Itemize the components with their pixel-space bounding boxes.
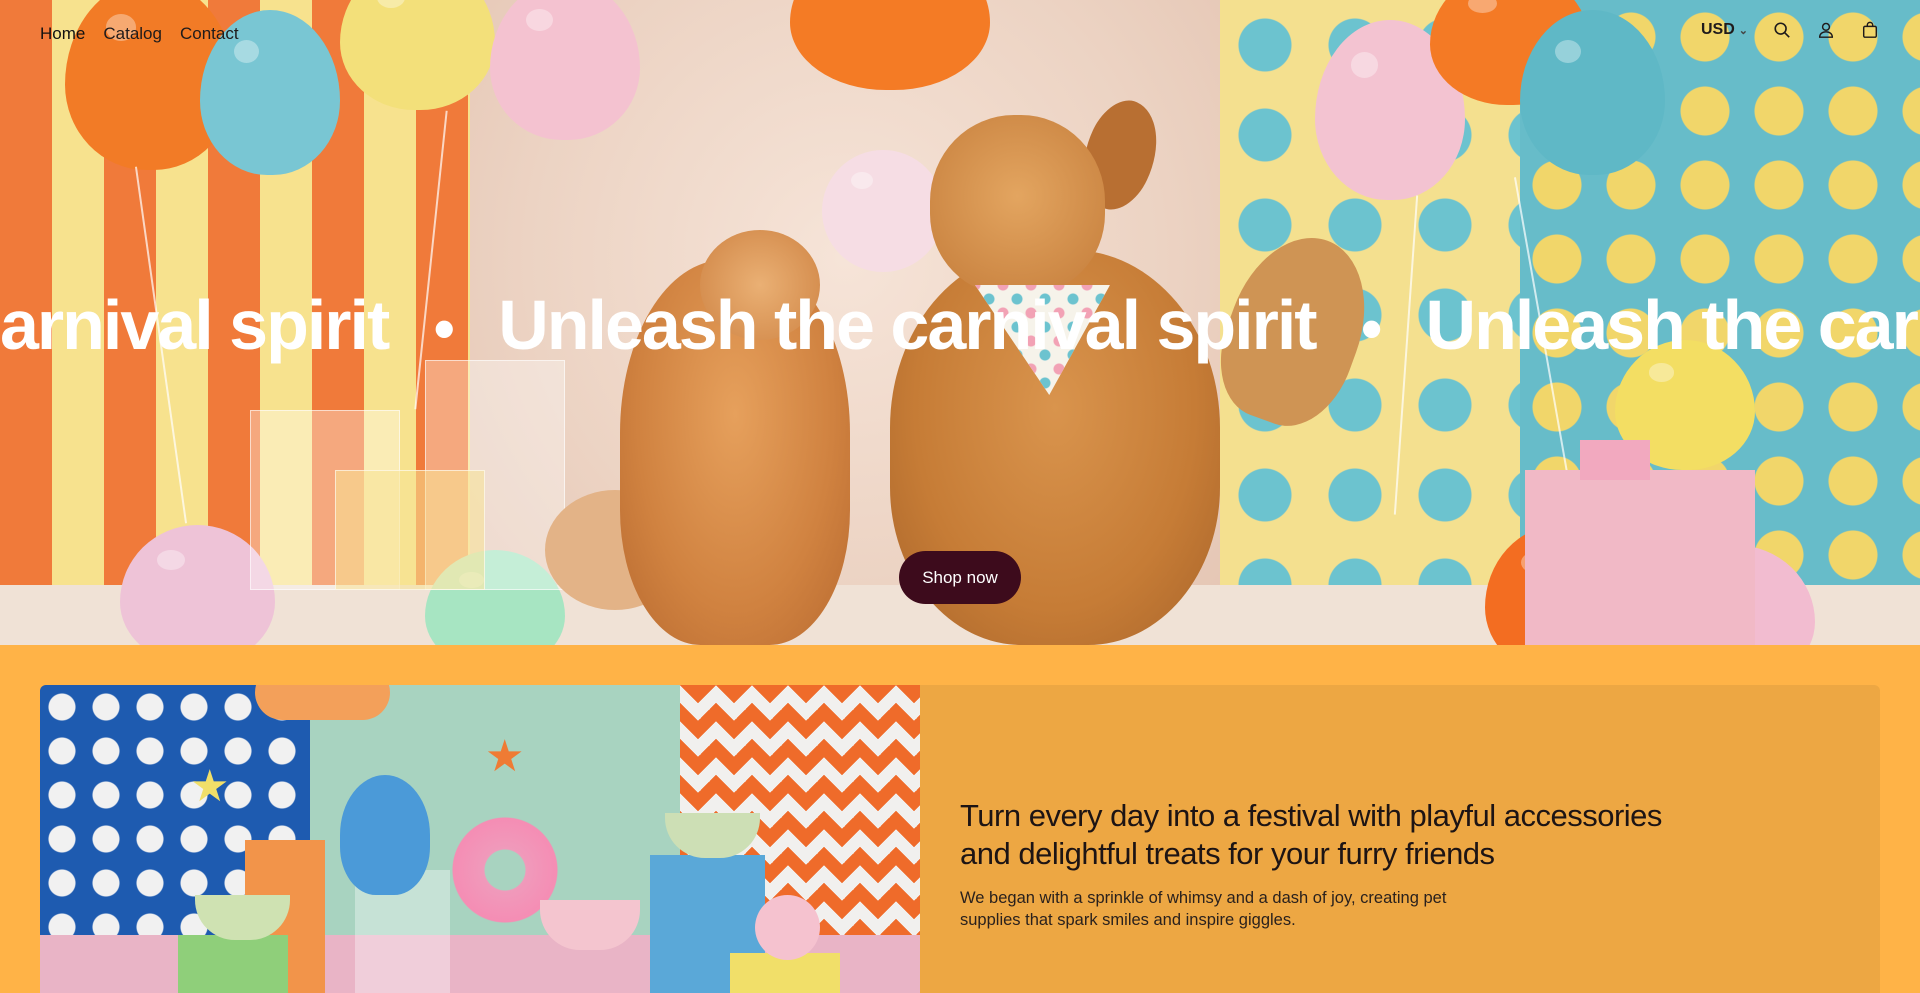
- nav-contact[interactable]: Contact: [180, 24, 239, 44]
- site-header: Home Catalog Contact USD ⌄: [0, 0, 1920, 70]
- header-actions: USD ⌄: [1701, 20, 1880, 40]
- feature-title: Turn every day into a festival with play…: [960, 798, 1662, 871]
- gift-box: [1525, 470, 1755, 645]
- star-decoration: ★: [190, 762, 230, 811]
- chevron-down-icon: ⌄: [1738, 24, 1748, 37]
- balloon: [822, 150, 944, 272]
- star-decoration: ★: [485, 732, 525, 781]
- cart-icon[interactable]: [1860, 20, 1880, 40]
- feature-section: ★ ★ Turn every day into a festival with …: [40, 685, 1880, 993]
- marquee-text: Unleash the carnival spirit: [498, 286, 1317, 364]
- account-icon[interactable]: [1816, 20, 1836, 40]
- squirrel-plush-toy: [340, 775, 430, 895]
- display-block: [178, 935, 288, 993]
- nav-home[interactable]: Home: [40, 24, 85, 44]
- shop-now-button[interactable]: Shop now: [899, 551, 1021, 604]
- search-icon[interactable]: [1772, 20, 1792, 40]
- acrylic-pedestal: [335, 470, 485, 590]
- bone-balloon: [255, 685, 390, 720]
- nav-catalog[interactable]: Catalog: [103, 24, 162, 44]
- hero-banner: arnival spirit • Unleash the carnival sp…: [0, 0, 1920, 645]
- feature-text: Turn every day into a festival with play…: [960, 797, 1720, 931]
- feature-description: We began with a sprinkle of whimsy and a…: [960, 889, 1447, 929]
- marquee-separator: •: [433, 295, 455, 362]
- pink-balloon: [755, 895, 820, 960]
- marquee-text: Unleash the carnival spirit: [1425, 286, 1920, 364]
- currency-selector[interactable]: USD ⌄: [1701, 21, 1748, 39]
- main-nav: Home Catalog Contact: [40, 24, 239, 44]
- dog-head: [930, 115, 1105, 295]
- marquee-text-partial: arnival spirit: [0, 286, 390, 364]
- gift-box: [1580, 440, 1650, 480]
- feature-image: ★ ★: [40, 685, 920, 993]
- currency-label: USD: [1701, 21, 1735, 38]
- hero-marquee: arnival spirit • Unleash the carnival sp…: [0, 280, 1920, 370]
- marquee-separator: •: [1361, 295, 1382, 362]
